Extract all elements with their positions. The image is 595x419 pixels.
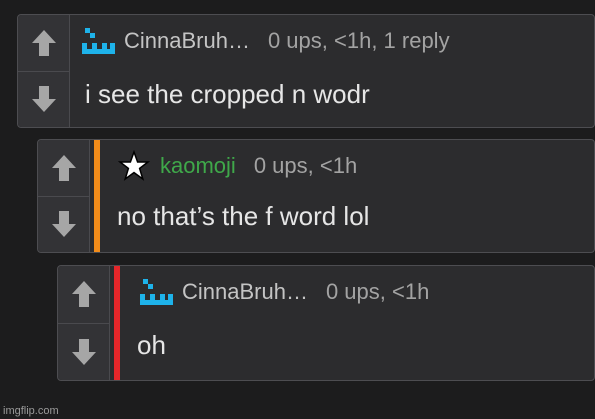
comment-reply: CinnaBruh… 0 ups, <1h oh xyxy=(57,265,595,381)
pixel-avatar-icon[interactable] xyxy=(136,276,176,308)
arrow-down-icon xyxy=(71,338,96,365)
star-icon[interactable] xyxy=(114,150,154,182)
comment-meta: 0 ups, <1h, 1 reply xyxy=(267,28,450,53)
reply-depth-bar xyxy=(94,140,100,252)
comment-text: oh xyxy=(137,330,166,360)
downvote-button[interactable] xyxy=(38,196,90,252)
comment-header: kaomoji 0 ups, <1h xyxy=(114,150,584,182)
comment-text: no that’s the f word lol xyxy=(117,201,370,231)
downvote-button[interactable] xyxy=(18,71,70,127)
arrow-down-icon xyxy=(51,211,76,238)
username-link[interactable]: CinnaBruh… xyxy=(182,279,308,305)
username-link[interactable]: kaomoji xyxy=(160,153,236,179)
vote-controls xyxy=(58,266,110,380)
comment-text: i see the cropped n wodr xyxy=(85,79,370,109)
comment: CinnaBruh… 0 ups, <1h, 1 reply i see the… xyxy=(17,14,595,128)
upvote-button[interactable] xyxy=(18,15,70,72)
imgflip-watermark: imgflip.com xyxy=(3,405,59,417)
comment-reply: kaomoji 0 ups, <1h no that’s the f word … xyxy=(37,139,595,253)
comment-header: CinnaBruh… 0 ups, <1h, 1 reply xyxy=(78,25,584,57)
arrow-up-icon xyxy=(51,154,76,181)
arrow-up-icon xyxy=(71,281,96,308)
downvote-button[interactable] xyxy=(58,323,110,380)
username-link[interactable]: CinnaBruh… xyxy=(124,28,250,54)
upvote-button[interactable] xyxy=(38,140,90,197)
arrow-down-icon xyxy=(31,86,56,113)
upvote-button[interactable] xyxy=(58,266,110,324)
comment-meta: 0 ups, <1h xyxy=(325,279,430,304)
comment-meta: 0 ups, <1h xyxy=(253,153,358,178)
comment-header: CinnaBruh… 0 ups, <1h xyxy=(136,276,584,308)
arrow-up-icon xyxy=(31,29,56,56)
vote-controls xyxy=(38,140,90,252)
vote-controls xyxy=(18,15,70,127)
pixel-avatar-icon[interactable] xyxy=(78,25,118,57)
reply-depth-bar xyxy=(114,266,120,380)
